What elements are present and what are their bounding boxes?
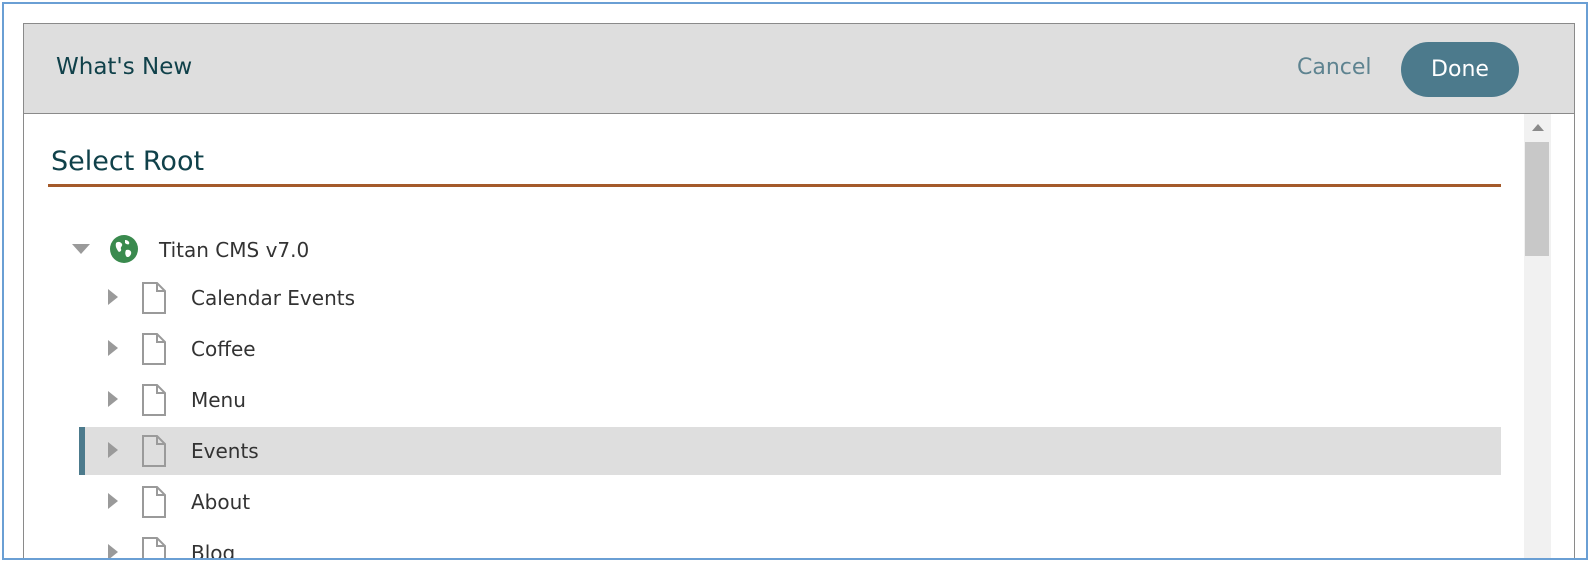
document-icon	[142, 333, 166, 365]
tree-item-about[interactable]: About	[79, 478, 1501, 526]
section-title: Select Root	[51, 146, 205, 177]
expand-chevron-icon[interactable]	[108, 442, 118, 458]
section-divider	[48, 184, 1501, 187]
scrollbar-thumb[interactable]	[1525, 142, 1549, 256]
done-button[interactable]: Done	[1401, 42, 1519, 97]
tree-node-label: About	[191, 490, 251, 514]
tree-root-node[interactable]: Titan CMS v7.0	[48, 226, 1501, 274]
expand-chevron-icon[interactable]	[108, 289, 118, 305]
window-frame: What's New Cancel Done Select Root Titan…	[2, 2, 1588, 560]
selection-indicator	[79, 427, 85, 475]
tree-item-menu[interactable]: Menu	[79, 376, 1501, 424]
dialog-title: What's New	[56, 54, 193, 80]
tree-node-label: Coffee	[191, 337, 256, 361]
dialog-header: What's New Cancel Done	[24, 24, 1574, 114]
tree-node-label: Calendar Events	[191, 286, 356, 310]
expand-chevron-icon[interactable]	[108, 391, 118, 407]
vertical-scrollbar[interactable]	[1524, 114, 1551, 558]
document-icon	[142, 537, 166, 558]
document-icon	[142, 435, 166, 467]
document-icon	[142, 384, 166, 416]
cancel-button[interactable]: Cancel	[1297, 55, 1372, 80]
tree-node-label: Blog	[191, 541, 236, 560]
tree-item-blog[interactable]: Blog	[79, 529, 1501, 560]
tree-item-calendar-events[interactable]: Calendar Events	[79, 274, 1501, 322]
tree-node-label: Titan CMS v7.0	[159, 238, 310, 262]
tree-node-label: Events	[191, 439, 259, 463]
expand-chevron-icon[interactable]	[108, 544, 118, 558]
tree-item-events[interactable]: Events	[79, 427, 1501, 475]
document-icon	[142, 486, 166, 518]
globe-icon	[110, 235, 138, 263]
document-icon	[142, 282, 166, 314]
tree-node-label: Menu	[191, 388, 246, 412]
tree-item-coffee[interactable]: Coffee	[79, 325, 1501, 373]
dialog-content: Select Root Titan CMS v7.0 Calendar Even…	[24, 114, 1524, 560]
scroll-up-arrow-icon[interactable]	[1532, 124, 1544, 131]
collapse-chevron-icon[interactable]	[72, 244, 90, 254]
select-root-dialog: What's New Cancel Done Select Root Titan…	[23, 23, 1575, 560]
expand-chevron-icon[interactable]	[108, 340, 118, 356]
expand-chevron-icon[interactable]	[108, 493, 118, 509]
